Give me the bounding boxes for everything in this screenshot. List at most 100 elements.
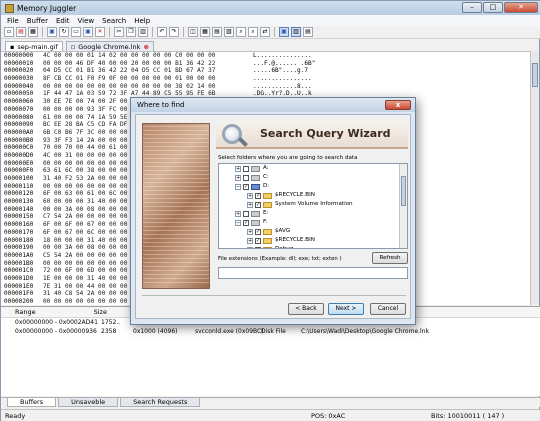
expand-icon[interactable]: +: [247, 192, 253, 199]
copy-icon[interactable]: ❐: [126, 27, 136, 37]
hex-scrollbar[interactable]: [530, 51, 539, 305]
tree-node[interactable]: + A:: [219, 164, 407, 173]
redo-icon[interactable]: ↷: [169, 27, 179, 37]
new-icon[interactable]: ▫: [4, 27, 14, 37]
save-icon[interactable]: ▣: [47, 27, 57, 37]
close-tab-icon[interactable]: ⊗: [143, 43, 148, 51]
folder-icon[interactable]: ▭: [71, 27, 81, 37]
hex-row[interactable]: 00000000 4C 00 00 00 01 14 02 00 00 00 00…: [1, 52, 532, 60]
hex-address: 000000B0: [4, 136, 34, 144]
view-hex-icon[interactable]: ▦: [200, 27, 210, 37]
column-header-size[interactable]: Size: [36, 308, 107, 316]
expand-icon[interactable]: +: [247, 237, 253, 244]
collapse-icon[interactable]: −: [235, 219, 241, 226]
tree-checkbox[interactable]: ✓: [255, 246, 261, 248]
tab-sep-main[interactable]: ▪ sep-main.gif: [5, 41, 63, 51]
tree-checkbox[interactable]: ✓: [255, 201, 261, 208]
cancel-button[interactable]: Cancel: [370, 303, 406, 315]
tree-node[interactable]: + ✓ $AVG: [219, 227, 407, 236]
find-next-icon[interactable]: ⌕: [248, 27, 258, 37]
tree-node[interactable]: − ✓ D:: [219, 182, 407, 191]
paste-icon[interactable]: ▥: [138, 27, 148, 37]
save-as-icon[interactable]: ▣: [83, 27, 93, 37]
refresh-button[interactable]: Refresh: [372, 252, 408, 264]
column-header-range[interactable]: Range: [1, 308, 36, 316]
expand-icon[interactable]: +: [247, 201, 253, 208]
view-text-icon[interactable]: ▤: [212, 27, 222, 37]
expand-icon[interactable]: +: [247, 228, 253, 235]
next-button[interactable]: Next >: [328, 303, 364, 315]
memory-icon[interactable]: ▦: [28, 27, 38, 37]
file-extensions-input[interactable]: [218, 267, 408, 279]
menu-search[interactable]: Search: [102, 17, 126, 25]
expand-icon[interactable]: +: [235, 165, 241, 172]
hex-address: 00000160: [4, 221, 34, 229]
open-file-icon[interactable]: ▤: [16, 27, 26, 37]
tree-checkbox[interactable]: ✓: [243, 183, 249, 190]
hex-row[interactable]: 00000030 8F CB CC 01 F0 F9 0F 00 00 00 00…: [1, 75, 532, 83]
texture-line: [143, 278, 209, 279]
layout-icon[interactable]: ▣: [279, 27, 289, 37]
tree-checkbox[interactable]: [243, 210, 249, 217]
scrollbar-thumb[interactable]: [532, 63, 538, 87]
hex-ascii[interactable]: L...............: [253, 52, 312, 59]
undo-icon[interactable]: ↶: [157, 27, 167, 37]
goto-icon[interactable]: ▧: [224, 27, 234, 37]
tree-checkbox[interactable]: ✓: [255, 192, 261, 199]
hex-ascii[interactable]: ............8...: [253, 83, 312, 90]
back-button[interactable]: < Back: [288, 303, 324, 315]
tree-node-label: C:: [263, 174, 269, 180]
tab-search-requests[interactable]: Search Requests: [120, 398, 201, 407]
tree-node-label: A:: [263, 165, 269, 171]
dialog-close-button[interactable]: x: [385, 100, 411, 110]
tree-node[interactable]: + C:: [219, 173, 407, 182]
expand-icon[interactable]: +: [235, 210, 241, 217]
hex-ascii[interactable]: ................: [253, 75, 312, 82]
menu-edit[interactable]: Edit: [56, 17, 70, 25]
hex-bytes[interactable]: 04 D5 CC 01 B1 36 42 22 04 D5 CC 01 BD 6…: [43, 67, 253, 75]
tree-node[interactable]: +✓ Debug: [219, 245, 407, 248]
tree-checkbox[interactable]: [243, 165, 249, 172]
hex-ascii[interactable]: ...F.@...... .6B": [253, 60, 315, 67]
tree-checkbox[interactable]: ✓: [243, 219, 249, 226]
maximize-button[interactable]: □: [483, 2, 503, 13]
menu-help[interactable]: Help: [134, 17, 150, 25]
bookmark-icon[interactable]: ◫: [188, 27, 198, 37]
hex-row[interactable]: 00000040 00 00 00 00 00 00 00 00 00 00 00…: [1, 83, 532, 91]
collapse-icon[interactable]: −: [235, 183, 241, 190]
tree-node[interactable]: − ✓ F:: [219, 218, 407, 227]
info-icon[interactable]: ▤: [303, 27, 313, 37]
menu-view[interactable]: View: [78, 17, 95, 25]
tab-google-chrome[interactable]: ▫ Google Chrome.lnk ⊗: [65, 41, 154, 51]
refresh-icon[interactable]: ↻: [59, 27, 69, 37]
buffer-row[interactable]: 0x00000000 - 0x00000936 2358 0x1000 (409…: [1, 327, 540, 336]
hex-row[interactable]: 00000010 00 00 00 46 DF 40 00 00 20 00 00…: [1, 60, 532, 68]
tree-checkbox[interactable]: ✓: [255, 228, 261, 235]
hex-row[interactable]: 00000020 04 D5 CC 01 B1 36 42 22 04 D5 CC…: [1, 67, 532, 75]
tree-node[interactable]: + ✓ $RECYCLE.BIN: [219, 236, 407, 245]
hex-bytes[interactable]: 8F CB CC 01 F0 F9 0F 00 00 00 00 00 01 0…: [43, 75, 253, 83]
folder-tree[interactable]: + A: + C: − ✓ D: + ✓ $RECYCLE.BIN + ✓ System Volume …: [218, 163, 408, 249]
tab-buffers[interactable]: Buffers: [7, 398, 57, 407]
delete-icon[interactable]: ✕: [95, 27, 105, 37]
hex-bytes[interactable]: 00 00 00 46 DF 40 00 00 20 00 00 00 B1 3…: [43, 60, 253, 68]
menu-buffer[interactable]: Buffer: [27, 17, 48, 25]
cut-icon[interactable]: ✂: [114, 27, 124, 37]
hex-bytes[interactable]: 00 00 00 00 00 00 00 00 00 00 00 00 38 0…: [43, 83, 253, 91]
replace-icon[interactable]: ⇄: [260, 27, 270, 37]
tree-checkbox[interactable]: ✓: [255, 237, 261, 244]
tree-checkbox[interactable]: [243, 174, 249, 181]
expand-icon[interactable]: +: [247, 246, 253, 248]
hex-ascii[interactable]: .....6B"....g.7: [253, 67, 308, 74]
hex-bytes[interactable]: 4C 00 00 00 01 14 02 00 00 00 00 00 C0 0…: [43, 52, 253, 60]
tab-unsaveble[interactable]: Unsaveble: [58, 398, 119, 407]
menu-file[interactable]: File: [7, 17, 19, 25]
minimize-button[interactable]: –: [462, 2, 482, 13]
close-button[interactable]: ✕: [504, 2, 538, 13]
find-icon[interactable]: ⌕: [236, 27, 246, 37]
tree-node[interactable]: + ✓ System Volume Information: [219, 200, 407, 209]
split-view-icon[interactable]: ▥: [291, 27, 301, 37]
tree-node[interactable]: + E:: [219, 209, 407, 218]
expand-icon[interactable]: +: [235, 174, 241, 181]
tree-node[interactable]: + ✓ $RECYCLE.BIN: [219, 191, 407, 200]
